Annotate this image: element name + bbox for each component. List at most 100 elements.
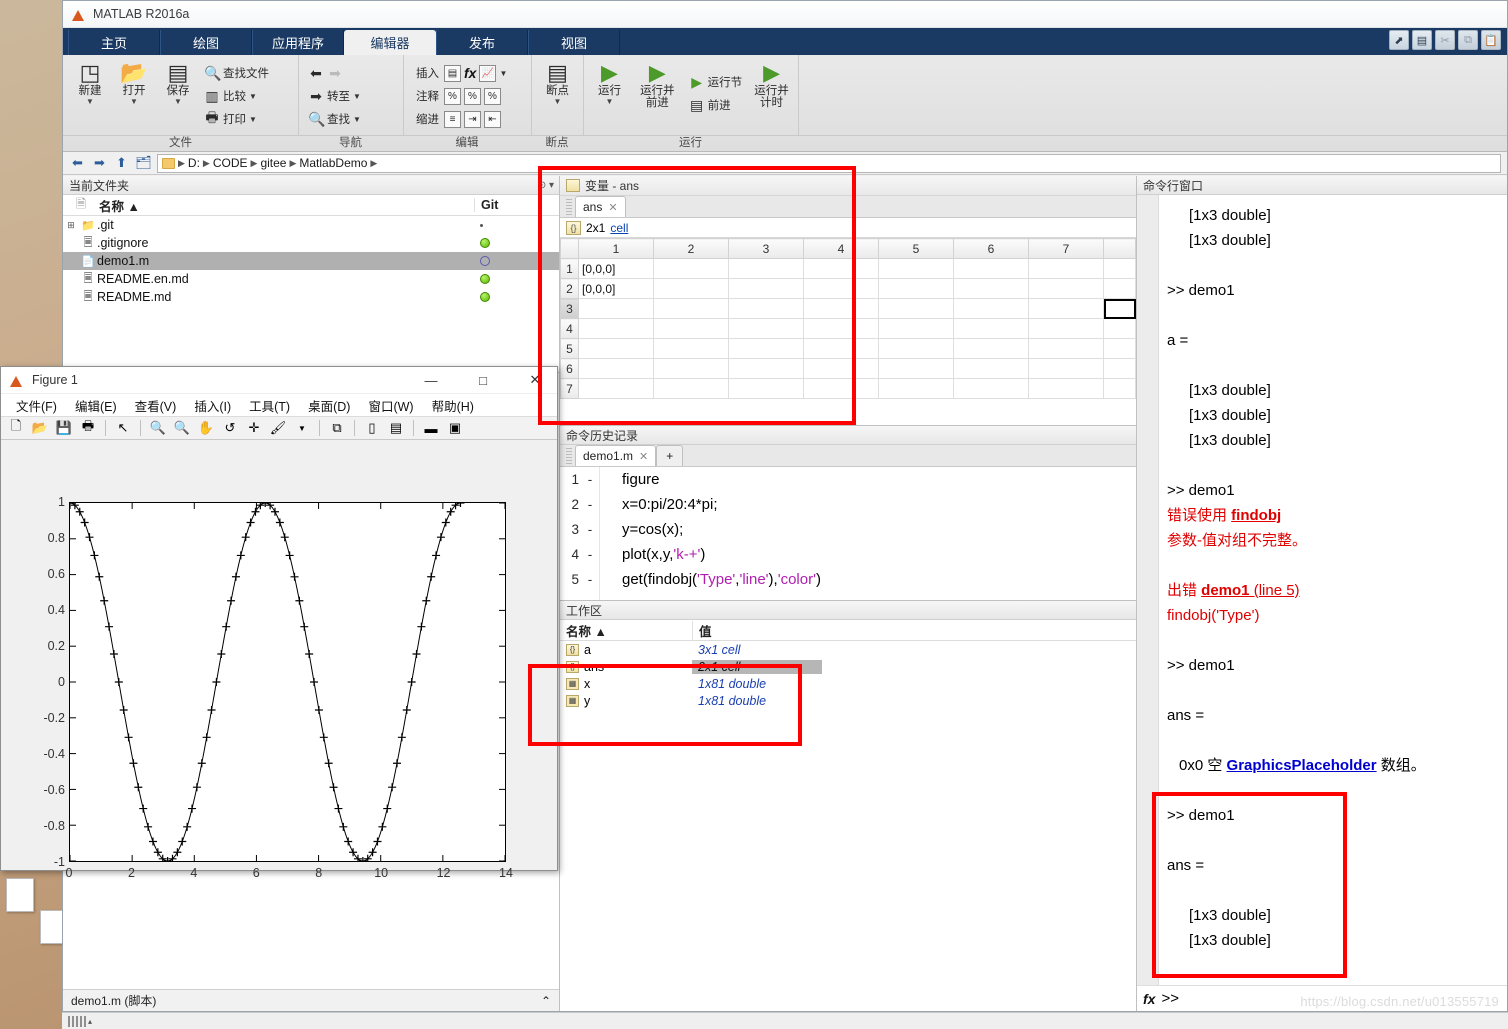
run-and-advance-button[interactable]: ▶ 运行并前进 (635, 59, 680, 110)
command-window-output[interactable]: [1x3 double] [1x3 double] >> demo1 a = [… (1159, 195, 1507, 985)
run-and-time-button[interactable]: ▶ 运行并计时 (751, 59, 792, 110)
table-row[interactable]: 7 (560, 378, 1136, 399)
graphics-placeholder-link[interactable]: GraphicsPlaceholder (1227, 757, 1377, 774)
code-lines[interactable]: figure x=0:pi/20:4*pi; y=cos(x); plot(x,… (600, 467, 1136, 600)
cell[interactable] (653, 358, 729, 379)
cell[interactable] (803, 318, 879, 339)
command-window-body[interactable]: [1x3 double] [1x3 double] >> demo1 a = [… (1137, 195, 1507, 985)
column-header-3[interactable]: 3 (728, 238, 804, 259)
tab-publish[interactable]: 发布 (436, 30, 528, 55)
workspace-row-ans[interactable]: {} ans 2x1 cell (560, 658, 1136, 675)
cell[interactable] (803, 258, 879, 279)
cell[interactable] (803, 358, 879, 379)
browse-folder-icon[interactable]: 🗂 (135, 155, 152, 171)
tab-view[interactable]: 视图 (528, 30, 620, 55)
row-header[interactable]: 4 (560, 318, 579, 339)
save-icon[interactable]: ▤ (1412, 30, 1432, 50)
workspace-row-y[interactable]: ▦ y 1x81 double (560, 692, 1136, 709)
cell[interactable] (1028, 258, 1104, 279)
cell[interactable] (728, 298, 804, 319)
breadcrumb-drive[interactable]: D: (188, 156, 200, 170)
cell[interactable] (803, 278, 879, 299)
cell[interactable] (878, 298, 954, 319)
menu-help[interactable]: 帮助(H) (423, 396, 483, 415)
open-button[interactable]: 📂 打开 ▼ (113, 59, 155, 107)
zoom-in-icon[interactable]: 🔍 (147, 418, 169, 439)
legend-icon[interactable]: ▤ (385, 418, 407, 439)
zoom-out-icon[interactable]: 🔍 (171, 418, 193, 439)
cell[interactable] (1028, 338, 1104, 359)
show-plot-tools-icon[interactable]: ▣ (444, 418, 466, 439)
cell[interactable] (728, 358, 804, 379)
cell[interactable] (653, 378, 729, 399)
history-tab-demo1[interactable]: demo1.m ✕ (575, 445, 657, 466)
link-plot-icon[interactable]: ⧉ (326, 418, 348, 439)
code-line-get[interactable]: get(findobj('Type','line'),'color') (622, 567, 1136, 592)
cell[interactable] (1103, 258, 1136, 279)
chevron-down-icon[interactable]: ▼ (174, 97, 182, 106)
cell[interactable] (878, 318, 954, 339)
cell[interactable] (578, 318, 654, 339)
workspace-row-x[interactable]: ▦ x 1x81 double (560, 675, 1136, 692)
tab-editor[interactable]: 编辑器 (344, 30, 436, 55)
cell[interactable] (1103, 338, 1136, 359)
column-header-6[interactable]: 6 (953, 238, 1029, 259)
drag-grip-icon[interactable] (566, 198, 572, 215)
cell[interactable] (953, 278, 1029, 299)
cell[interactable] (878, 278, 954, 299)
edit-plot-arrow-icon[interactable]: ↖ (112, 418, 134, 439)
cell[interactable] (1103, 278, 1136, 299)
cell[interactable] (953, 338, 1029, 359)
row-header[interactable]: 3 (560, 298, 579, 319)
cell[interactable] (953, 298, 1029, 319)
error-line-number[interactable]: (line 5) (1250, 582, 1300, 599)
paste-icon[interactable]: 📋 (1481, 30, 1501, 50)
brush-dropdown-icon[interactable]: ▼ (291, 418, 313, 439)
cell[interactable] (1028, 278, 1104, 299)
cell[interactable] (803, 298, 879, 319)
wrap-comment-icon[interactable]: % (484, 87, 501, 105)
workspace-name-column[interactable]: 名称 ▲ (560, 621, 692, 640)
chevron-down-icon[interactable]: ▼ (353, 92, 361, 101)
back-arrow-icon[interactable]: ⬅ (308, 65, 324, 82)
git-column-header[interactable]: Git (474, 198, 559, 212)
menu-view[interactable]: 查看(V) (126, 396, 186, 415)
table-row[interactable]: 4 (560, 318, 1136, 339)
cell[interactable] (653, 338, 729, 359)
close-button[interactable]: ✕ (513, 367, 557, 393)
cell[interactable] (878, 378, 954, 399)
goto-button[interactable]: ➡ 转至 ▼ (305, 85, 364, 107)
insert-block-icon[interactable]: ▤ (444, 64, 461, 82)
taskbar-grip-icon[interactable] (68, 1015, 86, 1027)
tab-apps[interactable]: 应用程序 (252, 30, 344, 55)
file-row-demo1[interactable]: 📄 demo1.m (63, 252, 559, 270)
workspace-row-a[interactable]: {} a 3x1 cell (560, 641, 1136, 658)
data-cursor-icon[interactable]: ✛ (243, 418, 265, 439)
cell[interactable] (878, 358, 954, 379)
cell[interactable] (1103, 358, 1136, 379)
cut-icon[interactable]: ✂ (1435, 30, 1455, 50)
variables-grid[interactable]: 1 2 3 4 5 6 7 1 [0,0,0] 2 [0,0,0] 3 4 5 … (560, 238, 1136, 425)
new-button[interactable]: ◳ 新建 ▼ (69, 59, 111, 107)
up-folder-icon[interactable]: ⬆ (113, 155, 130, 171)
cell[interactable] (1028, 378, 1104, 399)
chevron-down-icon[interactable]: ▼ (499, 69, 507, 78)
table-row[interactable]: 1 [0,0,0] (560, 258, 1136, 279)
chevron-down-icon[interactable]: ▼ (86, 97, 94, 106)
fi-chart-icon[interactable]: 📈 (479, 64, 497, 82)
column-header-5[interactable]: 5 (878, 238, 954, 259)
variable-tab-ans[interactable]: ans ✕ (575, 196, 626, 217)
menu-edit[interactable]: 编辑(E) (66, 396, 126, 415)
cell[interactable] (803, 378, 879, 399)
cell[interactable] (1028, 358, 1104, 379)
table-row[interactable]: 5 (560, 338, 1136, 359)
column-header-1[interactable]: 1 (578, 238, 654, 259)
menu-tools[interactable]: 工具(T) (240, 396, 299, 415)
breadcrumb-matlabdemo[interactable]: MatlabDemo (299, 156, 367, 170)
figure-canvas[interactable]: -1 -0.8 -0.6 -0.4 -0.2 0 0.2 0.4 0.6 0.8 1 0 2 4 6 8 10… (1, 462, 557, 880)
cell[interactable] (953, 258, 1029, 279)
breadcrumb-code[interactable]: CODE (213, 156, 248, 170)
chevron-down-icon[interactable]: ▼ (606, 97, 614, 106)
cell[interactable] (578, 358, 654, 379)
code-line[interactable]: figure (622, 467, 1136, 492)
